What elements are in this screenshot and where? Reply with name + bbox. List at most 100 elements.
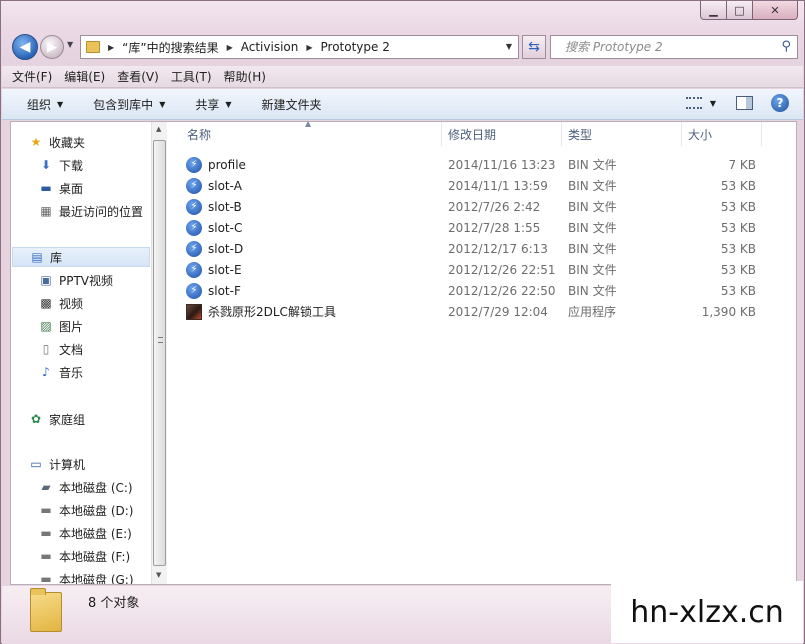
breadcrumb-separator-icon[interactable]: ▶ (306, 43, 312, 52)
column-header-size[interactable]: 大小 (688, 122, 712, 146)
nav-item-drive-c[interactable]: ▰ 本地磁盘 (C:) (38, 477, 132, 497)
sort-ascending-icon: ▲ (305, 119, 312, 128)
chevron-down-icon: ▼ (225, 99, 232, 109)
breadcrumb-search-results[interactable]: “库”中的搜索结果 (122, 39, 218, 56)
breadcrumb-separator-icon[interactable]: ▶ (108, 43, 114, 52)
close-button[interactable]: ✕ (753, 1, 798, 20)
address-bar[interactable]: ▶ “库”中的搜索结果 ▶ Activision ▶ Prototype 2 ▼ (80, 35, 519, 59)
file-row[interactable]: ⚡ slot-B 2012/7/26 2:42 BIN 文件 53 KB (186, 196, 756, 217)
scrollbar-thumb[interactable] (153, 140, 166, 566)
navigation-scrollbar[interactable]: ▲ ▼ (151, 122, 167, 584)
bin-file-icon: ⚡ (186, 282, 202, 299)
pictures-icon: ▨ (40, 319, 52, 333)
file-row[interactable]: ⚡ slot-A 2014/11/1 13:59 BIN 文件 53 KB (186, 175, 756, 196)
preview-pane-icon[interactable] (736, 96, 753, 110)
organize-button[interactable]: 组织 ▼ (27, 96, 63, 113)
nav-item-drive-f[interactable]: ▬ 本地磁盘 (F:) (38, 546, 130, 566)
file-date: 2012/12/17 6:13 (448, 241, 548, 256)
homegroup-icon: ✿ (30, 412, 42, 426)
scroll-up-icon[interactable]: ▲ (156, 125, 161, 133)
scroll-down-icon[interactable]: ▼ (156, 571, 161, 579)
breadcrumb-separator-icon[interactable]: ▶ (227, 43, 233, 52)
hard-drive-icon: ▬ (40, 572, 52, 584)
video-library-icon: ▣ (40, 273, 52, 287)
hard-drive-icon: ▬ (40, 526, 52, 540)
search-input[interactable] (551, 40, 761, 54)
column-divider[interactable] (441, 122, 442, 146)
menu-edit[interactable]: 编辑(E) (64, 68, 105, 85)
bin-file-icon: ⚡ (186, 219, 202, 236)
nav-homegroup[interactable]: ✿ 家庭组 (28, 409, 85, 429)
system-drive-icon: ▰ (41, 480, 51, 494)
file-name: profile (208, 157, 246, 172)
document-icon: ▯ (42, 342, 50, 356)
breadcrumb-prototype-2[interactable]: Prototype 2 (321, 40, 390, 54)
menu-tools[interactable]: 工具(T) (171, 68, 212, 85)
file-row[interactable]: ⚡ slot-E 2012/12/26 22:51 BIN 文件 53 KB (186, 259, 756, 280)
nav-item-recent-places[interactable]: ▦ 最近访问的位置 (38, 201, 143, 221)
recent-pages-dropdown-icon[interactable]: ▼ (67, 40, 73, 49)
menu-file[interactable]: 文件(F) (12, 68, 52, 85)
column-divider[interactable] (681, 122, 682, 146)
file-name: slot-E (208, 262, 242, 277)
share-button[interactable]: 共享 ▼ (195, 96, 231, 113)
minimize-button[interactable]: ▁ (700, 1, 727, 20)
address-dropdown-icon[interactable]: ▼ (506, 42, 512, 51)
navigation-pane: ★ 收藏夹 ⬇ 下载 ▬ 桌面 ▦ 最近访问的位置 ▤ 库 ▣ PPTV视频 ▩… (11, 122, 151, 584)
forward-button[interactable]: ▶ (40, 35, 64, 59)
chevron-down-icon[interactable]: ▼ (710, 99, 716, 108)
menu-view[interactable]: 查看(V) (117, 68, 159, 85)
file-type: BIN 文件 (568, 242, 617, 256)
search-box: ⚲ (550, 35, 798, 59)
nav-item-pictures[interactable]: ▨ 图片 (38, 316, 83, 336)
file-row[interactable]: ⚡ profile 2014/11/16 13:23 BIN 文件 7 KB (186, 154, 756, 175)
app-icon (186, 303, 202, 320)
bin-file-icon: ⚡ (186, 261, 202, 278)
refresh-button[interactable]: ⇆ (522, 35, 546, 59)
column-divider[interactable] (761, 122, 762, 146)
column-divider[interactable] (561, 122, 562, 146)
file-row[interactable]: 杀戮原形2DLC解锁工具 2012/7/29 12:04 应用程序 1,390 … (186, 301, 756, 322)
nav-favorites-label: 收藏夹 (49, 135, 86, 150)
search-icon[interactable]: ⚲ (781, 39, 791, 54)
watermark: hn-xlzx.cn (611, 581, 803, 643)
file-type: BIN 文件 (568, 158, 617, 172)
nav-item-desktop[interactable]: ▬ 桌面 (38, 178, 83, 198)
breadcrumb-activision[interactable]: Activision (241, 40, 299, 54)
view-options-icon[interactable] (685, 97, 702, 109)
column-header-name[interactable]: 名称 (187, 122, 211, 146)
file-row[interactable]: ⚡ slot-F 2012/12/26 22:50 BIN 文件 53 KB (186, 280, 756, 301)
back-button[interactable]: ◀ (12, 34, 38, 60)
nav-item-music[interactable]: ♪ 音乐 (38, 362, 83, 382)
new-folder-button[interactable]: 新建文件夹 (262, 96, 322, 113)
download-folder-icon: ⬇ (40, 158, 52, 172)
nav-item-downloads[interactable]: ⬇ 下载 (38, 155, 83, 175)
nav-computer[interactable]: ▭ 计算机 (28, 454, 85, 474)
help-icon[interactable]: ? (771, 94, 789, 112)
hard-drive-icon: ▬ (40, 503, 52, 517)
bin-file-icon: ⚡ (186, 177, 202, 194)
file-name: 杀戮原形2DLC解锁工具 (208, 305, 336, 319)
nav-libraries[interactable]: ▤ 库 (12, 247, 150, 267)
nav-item-drive-d[interactable]: ▬ 本地磁盘 (D:) (38, 500, 133, 520)
menu-help[interactable]: 帮助(H) (224, 68, 266, 85)
column-header-type[interactable]: 类型 (568, 122, 592, 146)
nav-item-videos[interactable]: ▩ 视频 (38, 293, 83, 313)
recent-places-icon: ▦ (40, 204, 52, 218)
nav-item-documents[interactable]: ▯ 文档 (38, 339, 83, 359)
nav-item-drive-g[interactable]: ▬ 本地磁盘 (G:) (38, 569, 133, 584)
file-size: 7 KB (728, 157, 756, 172)
nav-libraries-label: 库 (50, 250, 63, 265)
nav-item-drive-e[interactable]: ▬ 本地磁盘 (E:) (38, 523, 131, 543)
include-in-library-button[interactable]: 包含到库中 ▼ (93, 96, 165, 113)
grip-icon (158, 337, 163, 343)
nav-item-label: 音乐 (59, 365, 84, 380)
bin-file-icon: ⚡ (186, 240, 202, 257)
nav-favorites[interactable]: ★ 收藏夹 (28, 132, 85, 152)
column-header-date[interactable]: 修改日期 (448, 122, 496, 146)
maximize-button[interactable]: □ (727, 1, 753, 20)
nav-item-pptv-video[interactable]: ▣ PPTV视频 (38, 270, 113, 290)
content-area: ★ 收藏夹 ⬇ 下载 ▬ 桌面 ▦ 最近访问的位置 ▤ 库 ▣ PPTV视频 ▩… (10, 119, 797, 585)
file-row[interactable]: ⚡ slot-D 2012/12/17 6:13 BIN 文件 53 KB (186, 238, 756, 259)
file-row[interactable]: ⚡ slot-C 2012/7/28 1:55 BIN 文件 53 KB (186, 217, 756, 238)
